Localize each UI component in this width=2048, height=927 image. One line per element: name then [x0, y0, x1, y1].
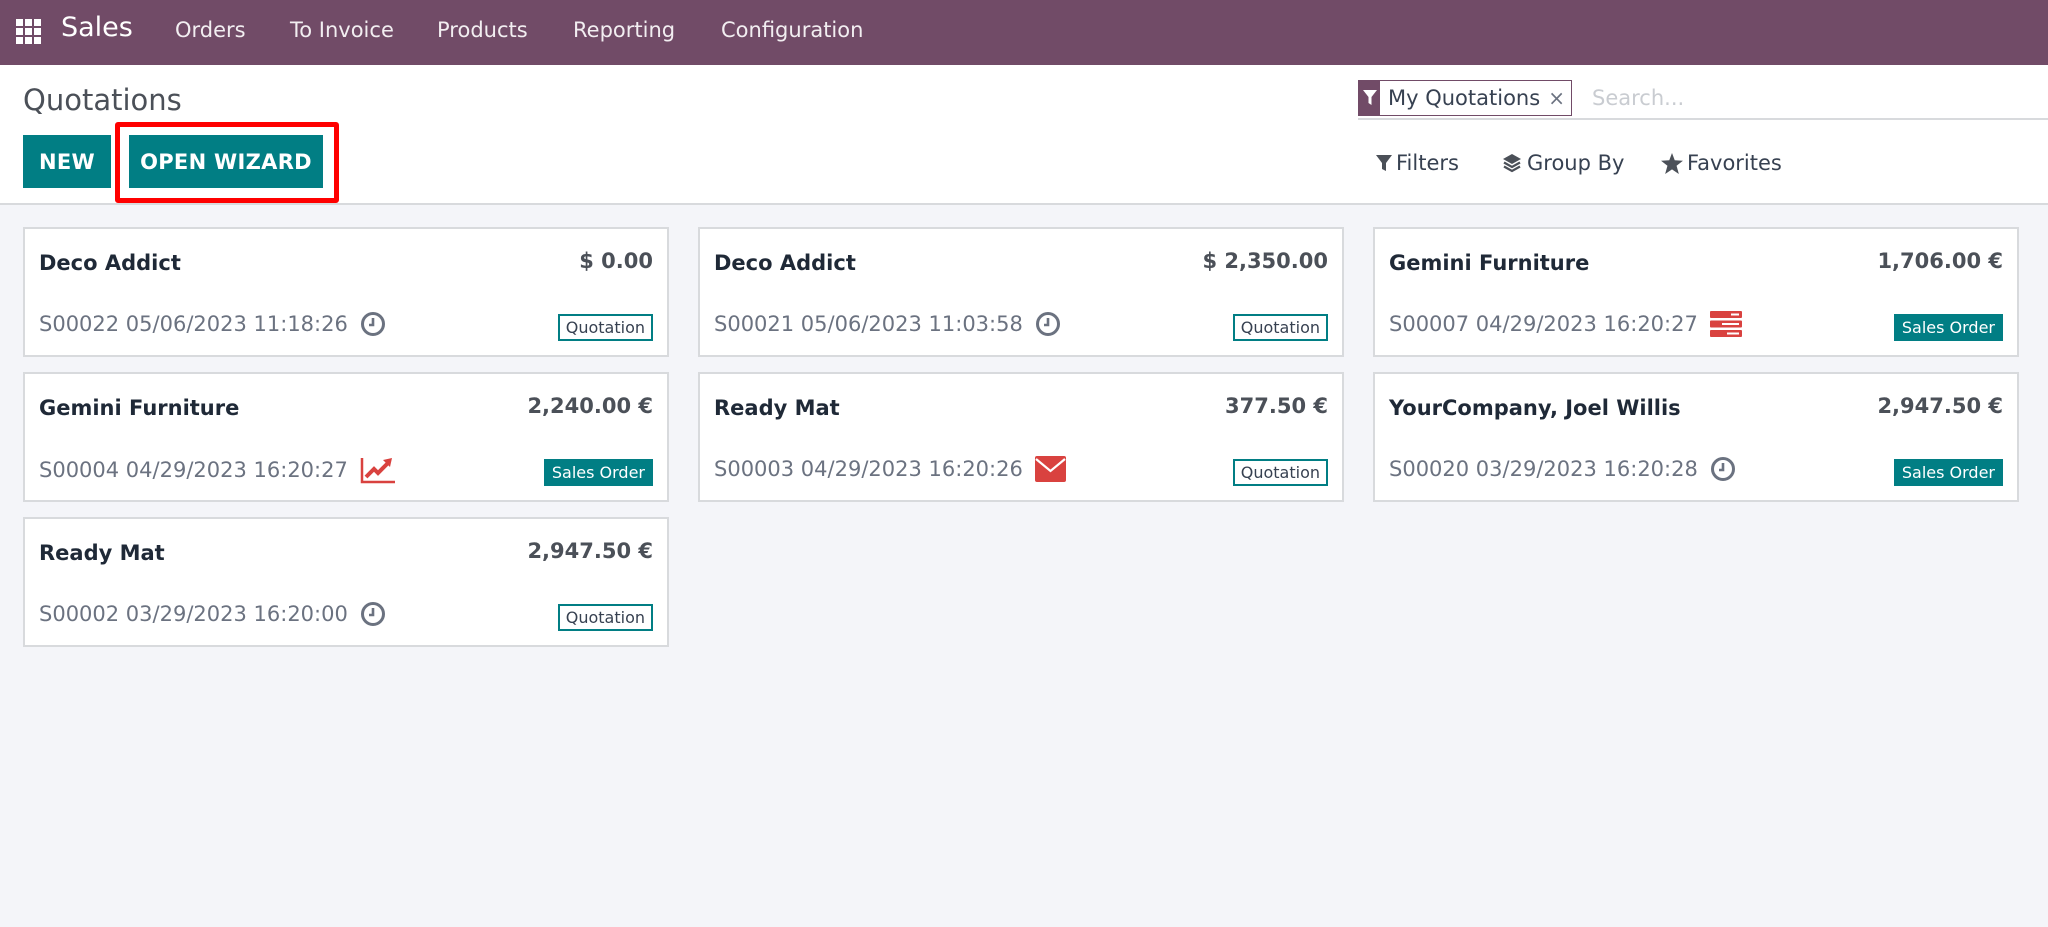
customer-name: Deco Addict [714, 251, 856, 275]
clock-icon[interactable] [360, 601, 386, 627]
open-wizard-button[interactable]: OPEN WIZARD [129, 135, 323, 188]
menu-reporting[interactable]: Reporting [573, 18, 675, 42]
reference-text: S00004 04/29/2023 16:20:27 [39, 458, 348, 482]
facet-label: My Quotations [1380, 81, 1549, 115]
control-panel: Quotations NEW OPEN WIZARD My Quotations… [0, 65, 2048, 205]
order-reference: S00021 05/06/2023 11:03:58 [714, 311, 1061, 337]
facet-remove-icon[interactable]: × [1548, 81, 1571, 115]
reference-text: S00020 03/29/2023 16:20:28 [1389, 457, 1698, 481]
filters-label: Filters [1396, 151, 1459, 175]
page-title: Quotations [23, 83, 182, 117]
customer-name: Ready Mat [714, 396, 840, 420]
search-input[interactable] [1592, 82, 2032, 114]
menu-configuration[interactable]: Configuration [721, 18, 863, 42]
customer-name: Ready Mat [39, 541, 165, 565]
order-amount: 2,240.00 € [527, 394, 653, 418]
reference-text: S00003 04/29/2023 16:20:26 [714, 457, 1023, 481]
customer-name: Gemini Furniture [1389, 251, 1590, 275]
order-reference: S00002 03/29/2023 16:20:00 [39, 601, 386, 627]
order-reference: S00020 03/29/2023 16:20:28 [1389, 456, 1736, 482]
kanban-card[interactable]: Ready Mat 377.50 € S00003 04/29/2023 16:… [698, 372, 1344, 502]
customer-name: YourCompany, Joel Willis [1389, 396, 1681, 420]
customer-name: Deco Addict [39, 251, 181, 275]
order-reference: S00003 04/29/2023 16:20:26 [714, 456, 1066, 482]
order-amount: 1,706.00 € [1877, 249, 2003, 273]
status-badge: Sales Order [1893, 459, 2003, 486]
order-amount: $ 0.00 [579, 249, 653, 273]
app-brand[interactable]: Sales [61, 12, 133, 43]
order-amount: 377.50 € [1225, 394, 1328, 418]
layers-icon [1503, 154, 1521, 173]
kanban-card[interactable]: Deco Addict $ 2,350.00 S00021 05/06/2023… [698, 227, 1344, 357]
status-badge: Sales Order [1893, 314, 2003, 341]
filter-icon [1376, 155, 1392, 171]
order-amount: 2,947.50 € [1877, 394, 2003, 418]
search-bar: My Quotations × [1358, 78, 2048, 120]
status-badge: Quotation [1232, 459, 1328, 486]
status-badge: Quotation [1232, 314, 1328, 341]
filter-icon [1359, 81, 1380, 115]
status-badge: Quotation [557, 604, 653, 631]
order-reference: S00004 04/29/2023 16:20:27 [39, 456, 396, 484]
menu-to-invoice[interactable]: To Invoice [290, 18, 394, 42]
tasks-icon[interactable] [1709, 311, 1742, 337]
order-amount: 2,947.50 € [527, 539, 653, 563]
clock-icon[interactable] [1035, 311, 1061, 337]
kanban-card[interactable]: YourCompany, Joel Willis 2,947.50 € S000… [1373, 372, 2019, 502]
menu-products[interactable]: Products [437, 18, 528, 42]
kanban-card[interactable]: Deco Addict $ 0.00 S00022 05/06/2023 11:… [23, 227, 669, 357]
clock-icon[interactable] [1710, 456, 1736, 482]
envelope-icon[interactable] [1034, 456, 1066, 482]
reference-text: S00007 04/29/2023 16:20:27 [1389, 312, 1698, 336]
reference-text: S00002 03/29/2023 16:20:00 [39, 602, 348, 626]
apps-grid-icon[interactable] [16, 19, 41, 44]
favorites-label: Favorites [1687, 151, 1782, 175]
search-facet: My Quotations × [1358, 80, 1572, 116]
kanban-card[interactable]: Ready Mat 2,947.50 € S00002 03/29/2023 1… [23, 517, 669, 647]
group-by-toggle[interactable]: Group By [1501, 151, 1624, 175]
group-by-label: Group By [1527, 151, 1625, 175]
kanban-card[interactable]: Gemini Furniture 1,706.00 € S00007 04/29… [1373, 227, 2019, 357]
menu-orders[interactable]: Orders [175, 18, 246, 42]
new-button[interactable]: NEW [23, 135, 111, 188]
order-reference: S00022 05/06/2023 11:18:26 [39, 311, 386, 337]
order-amount: $ 2,350.00 [1202, 249, 1328, 273]
order-reference: S00007 04/29/2023 16:20:27 [1389, 311, 1742, 337]
customer-name: Gemini Furniture [39, 396, 240, 420]
kanban-card[interactable]: Gemini Furniture 2,240.00 € S00004 04/29… [23, 372, 669, 502]
top-navbar: Sales Orders To Invoice Products Reporti… [0, 0, 2048, 65]
star-icon [1661, 152, 1683, 174]
favorites-toggle[interactable]: Favorites [1661, 151, 1782, 175]
status-badge: Sales Order [543, 459, 653, 486]
clock-icon[interactable] [360, 311, 386, 337]
line-chart-icon[interactable] [360, 456, 396, 484]
reference-text: S00021 05/06/2023 11:03:58 [714, 312, 1023, 336]
status-badge: Quotation [557, 314, 653, 341]
reference-text: S00022 05/06/2023 11:18:26 [39, 312, 348, 336]
filters-toggle[interactable]: Filters [1376, 151, 1459, 175]
